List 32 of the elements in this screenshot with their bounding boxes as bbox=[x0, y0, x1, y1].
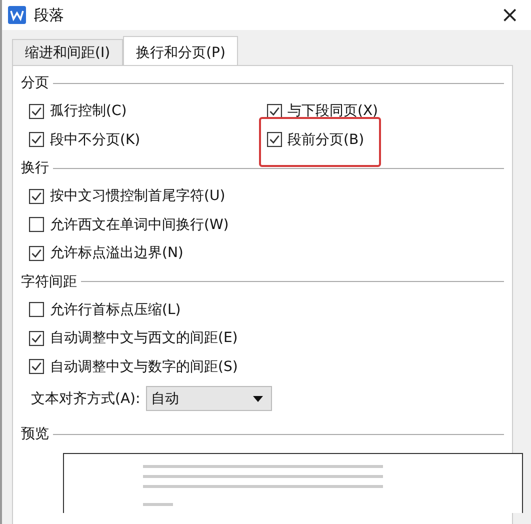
checkbox[interactable] bbox=[29, 132, 44, 147]
option-label: 与下段同页(X) bbox=[288, 102, 378, 120]
option-label: 自动调整中文与西文的间距(E) bbox=[50, 329, 238, 347]
checkbox[interactable] bbox=[29, 246, 44, 260]
option-label: 按中文习惯控制首尾字符(U) bbox=[50, 187, 226, 205]
tab[interactable]: 缩进和间距(I) bbox=[12, 39, 124, 65]
tab[interactable]: 换行和分页(P) bbox=[123, 36, 238, 65]
checkbox[interactable] bbox=[29, 302, 44, 317]
option-label: 段前分页(B) bbox=[288, 130, 364, 148]
section-title: 换行 bbox=[21, 159, 49, 177]
option-label: 允许标点溢出边界(N) bbox=[50, 244, 184, 262]
checkbox[interactable] bbox=[29, 104, 44, 118]
checkbox[interactable] bbox=[266, 132, 282, 147]
checkbox[interactable] bbox=[29, 188, 44, 204]
section-title: 分页 bbox=[21, 74, 49, 92]
close-button[interactable]: × bbox=[494, 2, 525, 28]
checkbox[interactable] bbox=[266, 104, 282, 118]
section-title: 预览 bbox=[21, 425, 49, 443]
option-label: 自动调整中文与数字的间距(S) bbox=[50, 358, 238, 376]
option-label: 孤行控制(C) bbox=[50, 102, 127, 120]
alignment-dropdown[interactable]: 自动 bbox=[146, 386, 272, 411]
checkbox[interactable] bbox=[29, 217, 44, 232]
dropdown-caret-icon bbox=[253, 396, 264, 402]
section-title: 字符间距 bbox=[21, 272, 77, 290]
checkbox[interactable] bbox=[29, 359, 44, 374]
alignment-label: 文本对齐方式(A): bbox=[31, 390, 140, 408]
app-logo-icon bbox=[8, 6, 26, 24]
checkbox[interactable] bbox=[29, 330, 44, 346]
window-title: 段落 bbox=[34, 6, 64, 24]
option-label: 段中不分页(K) bbox=[50, 130, 140, 148]
option-label: 允许西文在单词中间换行(W) bbox=[50, 216, 229, 234]
option-label: 允许行首标点压缩(L) bbox=[50, 300, 181, 318]
